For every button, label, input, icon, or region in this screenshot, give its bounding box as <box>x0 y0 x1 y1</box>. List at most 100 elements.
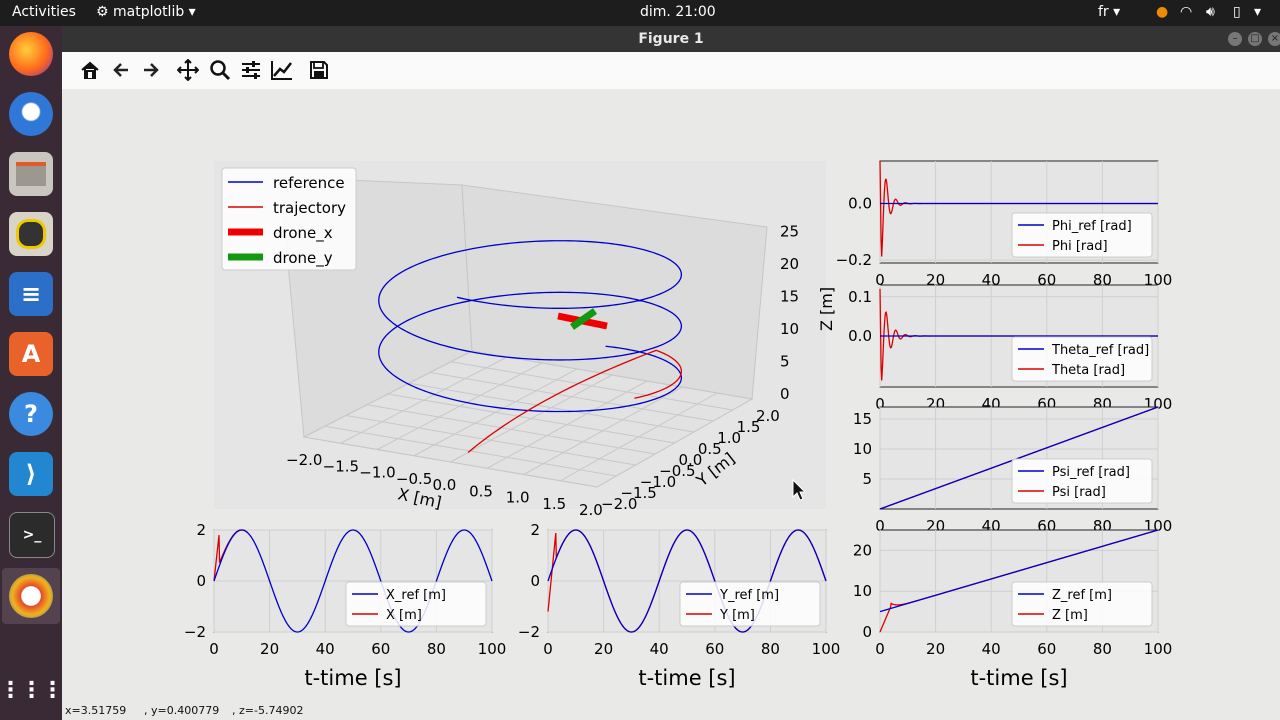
window-title: Figure 1 <box>638 31 704 47</box>
forward-icon[interactable] <box>137 56 165 84</box>
cursor-x-readout: x=3.51759 <box>65 704 127 717</box>
wifi-icon[interactable]: ◠ <box>1180 4 1192 20</box>
rhythmbox-icon[interactable] <box>9 212 53 256</box>
x-tick-label: 20 <box>260 640 279 658</box>
volume-icon[interactable]: 🔊︎ <box>1206 4 1215 20</box>
subplot-x[interactable]: 0 20 40 60 80 10020−2X_ref [m]X [m]t-time [s] <box>184 521 506 690</box>
keyboard-layout[interactable]: fr ▾ <box>1098 4 1120 20</box>
software-center-icon[interactable]: A <box>9 332 53 376</box>
y-tick-label: −2 <box>518 623 540 641</box>
save-icon[interactable] <box>305 56 333 84</box>
legend-label: Theta [rad] <box>1051 363 1125 378</box>
subplot-phi[interactable]: 0 20 40 60 80 1000.0−0.2Phi_ref [rad]Phi [rad… <box>836 160 1173 289</box>
legend-label: Psi [rad] <box>1052 485 1106 500</box>
z-tick-label: 10 <box>780 320 799 338</box>
x-tick-label: −2.0 <box>286 451 322 469</box>
status-bar: x=3.51759 , y=0.400779 , z=-5.74902 <box>62 700 1280 720</box>
axes-3d[interactable]: −2.0 −1.5 −1.0 −0.5 0.0 0.5 1.0 1.5 2.0−2.0−1.5−… <box>214 161 836 519</box>
x-tick-label: 60 <box>705 640 724 658</box>
subplot-theta[interactable]: 0 20 40 60 80 1000.10.0Theta_ref [rad]Theta [… <box>848 284 1172 413</box>
z-tick-label: 15 <box>780 288 799 306</box>
y-tick-label: 2.0 <box>756 407 780 425</box>
show-applications-icon[interactable]: ⋮⋮⋮ <box>0 668 64 712</box>
vscode-icon[interactable]: ⟩ <box>9 452 53 496</box>
x-tick-label: 20 <box>926 640 945 658</box>
legend-label-drone-y: drone_y <box>273 249 333 268</box>
clock[interactable]: dim. 21:00 <box>640 4 716 20</box>
home-icon[interactable] <box>76 56 104 84</box>
x-tick-label: 0 <box>543 640 553 658</box>
x-tick-label: 100 <box>478 640 507 658</box>
y-tick-label: 0.1 <box>848 288 872 306</box>
x-tick-label: −1.0 <box>359 464 395 482</box>
writer-icon[interactable]: ≡ <box>9 272 53 316</box>
x-tick-label: 100 <box>812 640 841 658</box>
y-tick-label: 20 <box>853 541 872 559</box>
system-top-bar: Activities ⚙ matplotlib ▾ dim. 21:00 fr … <box>0 0 1280 26</box>
legend-label: Z [m] <box>1052 608 1088 623</box>
y-tick-label: 10 <box>853 440 872 458</box>
help-icon[interactable]: ? <box>9 392 53 436</box>
z-axis-label: Z [m] <box>817 287 836 331</box>
pan-icon[interactable] <box>174 56 202 84</box>
app-menu-label: matplotlib <box>113 4 185 20</box>
files-icon[interactable] <box>9 152 53 196</box>
thunderbird-icon[interactable] <box>9 92 53 136</box>
activities-button[interactable]: Activities <box>12 4 76 20</box>
configure-subplots-icon[interactable] <box>237 56 265 84</box>
z-tick-label: 25 <box>780 223 799 241</box>
legend-label: Y_ref [m] <box>719 588 779 603</box>
figure-svg[interactable]: −2.0 −1.5 −1.0 −0.5 0.0 0.5 1.0 1.5 2.0−2.0−1.5−… <box>62 89 1280 700</box>
x-tick-label: 40 <box>650 640 669 658</box>
app-menu[interactable]: ⚙ matplotlib ▾ <box>96 4 196 20</box>
subplot-psi[interactable]: 0 20 40 60 80 10015105 Psi_ref [rad]Psi [rad] <box>853 406 1172 535</box>
y-tick-label: 0 <box>196 572 206 590</box>
x-tick-label: 2.0 <box>579 501 603 519</box>
subplot-z[interactable]: 0 20 40 60 80 10020100Z_ref [m]Z [m]t-time [s… <box>853 529 1173 690</box>
chevron-down-icon: ▾ <box>1113 4 1121 20</box>
y-tick-label: −2 <box>184 623 206 641</box>
edit-axes-icon[interactable] <box>268 56 296 84</box>
cursor-y-readout: , y=0.400779 <box>144 704 220 717</box>
maximize-button[interactable]: □ <box>1248 32 1262 46</box>
x-tick-label: 1.5 <box>542 495 566 513</box>
back-icon[interactable] <box>107 56 135 84</box>
legend-label: Z_ref [m] <box>1052 588 1112 603</box>
close-button[interactable]: × <box>1268 32 1280 46</box>
z-tick-label: 0 <box>780 385 790 403</box>
legend-label-reference: reference <box>273 174 345 192</box>
legend-label: Psi_ref [rad] <box>1052 465 1130 480</box>
x-tick-label: 100 <box>1144 640 1173 658</box>
figure-canvas[interactable]: −2.0 −1.5 −1.0 −0.5 0.0 0.5 1.0 1.5 2.0 −2.0 −1.5−… <box>62 89 1280 700</box>
x-tick-label: 80 <box>427 640 446 658</box>
z-tick-label: 20 <box>780 255 799 273</box>
y-tick-label: 0 <box>862 623 872 641</box>
window-title-bar[interactable]: Figure 1 – □ × <box>62 26 1280 52</box>
cursor-z-readout: , z=-5.74902 <box>232 704 304 717</box>
x-tick-label: 40 <box>316 640 335 658</box>
matplotlib-app-icon: ⚙ <box>96 4 109 20</box>
battery-icon[interactable]: ▯ <box>1233 4 1241 20</box>
y-tick-label: −0.2 <box>836 251 872 269</box>
matplotlib-dock-icon[interactable] <box>9 574 53 618</box>
x-axis-label: t-time [s] <box>638 666 735 690</box>
legend-label: Y [m] <box>719 608 755 623</box>
language-label: fr <box>1098 4 1109 20</box>
legend-label: Phi_ref [rad] <box>1052 219 1132 234</box>
x-tick-label: 1.0 <box>506 489 530 507</box>
x-tick-label: 60 <box>371 640 390 658</box>
chevron-down-icon[interactable]: ▾ <box>1254 4 1261 20</box>
x-tick-label: 80 <box>761 640 780 658</box>
y-tick-label: 0.0 <box>848 327 872 345</box>
zoom-icon[interactable] <box>206 56 234 84</box>
y-tick-label: 0 <box>530 572 540 590</box>
y-tick-label: 5 <box>862 470 872 488</box>
legend-label: Phi [rad] <box>1052 239 1108 254</box>
notification-dot-icon[interactable]: ● <box>1156 4 1168 20</box>
terminal-icon[interactable]: >_ <box>9 512 55 558</box>
subplot-y[interactable]: 0 20 40 60 80 10020−2Y_ref [m]Y [m]t-time [s] <box>518 521 840 690</box>
firefox-icon[interactable] <box>9 32 53 76</box>
minimize-button[interactable]: – <box>1228 32 1242 46</box>
x-tick-label: 0 <box>209 640 219 658</box>
figure-toolbar <box>62 52 1280 90</box>
